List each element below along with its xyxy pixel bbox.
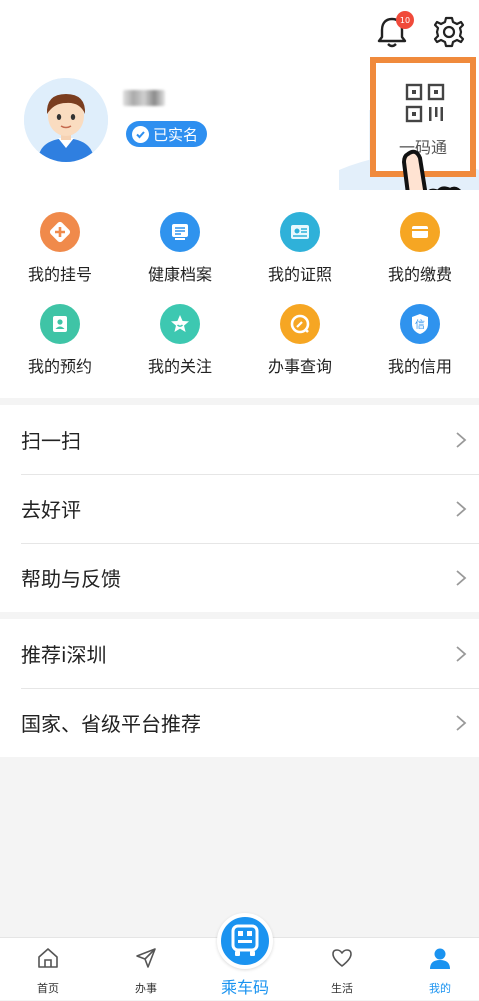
tab-label: 首页	[37, 982, 59, 995]
menu-row-label: 国家、省级平台推荐	[21, 712, 201, 736]
menu-row-platform-recommend[interactable]: 国家、省级平台推荐	[0, 688, 479, 757]
home-icon	[38, 948, 58, 968]
settings-gear-icon[interactable]	[432, 15, 466, 49]
tab-home[interactable]: 首页	[0, 938, 96, 1001]
grid-item-query[interactable]: 办事查询	[240, 304, 360, 377]
grid-label: 办事查询	[267, 357, 332, 376]
grid-label: 我的缴费	[387, 265, 452, 284]
tab-mine[interactable]: 我的	[392, 938, 479, 1001]
grid-item-health-records[interactable]: 健康档案	[120, 212, 240, 285]
grid-label: 我的证照	[267, 265, 332, 284]
username-masked	[123, 90, 165, 106]
verified-badge: 已实名	[126, 121, 208, 147]
tab-label: 我的	[429, 982, 451, 995]
grid-label: 我的关注	[147, 357, 212, 376]
grid-item-licenses[interactable]: 我的证照	[240, 212, 360, 285]
grid-label: 我的挂号	[27, 265, 92, 284]
chevron-right-icon	[456, 432, 467, 448]
notification-badge: 10	[396, 11, 414, 29]
credit-icon: 信	[400, 304, 440, 344]
send-icon	[136, 948, 156, 968]
avatar-face-icon	[24, 78, 108, 162]
bus-code-label: 乘车码	[220, 978, 269, 997]
plus-icon	[40, 212, 80, 252]
menu-row-label: 帮助与反馈	[21, 567, 121, 591]
chevron-right-icon	[456, 715, 467, 731]
check-icon	[132, 125, 149, 143]
search-icon	[280, 304, 320, 344]
qr-code-icon	[405, 83, 445, 123]
grid-label: 我的信用	[387, 357, 452, 376]
person-icon	[430, 948, 450, 969]
avatar[interactable]	[24, 78, 108, 162]
grid-label: 我的预约	[27, 357, 92, 376]
bus-code-button[interactable]	[217, 913, 273, 969]
tab-label: 生活	[331, 982, 353, 995]
tab-life[interactable]: 生活	[294, 938, 390, 1001]
tab-services[interactable]: 办事	[98, 938, 194, 1001]
id-card-icon	[280, 212, 320, 252]
menu-row-rate[interactable]: 去好评	[0, 474, 479, 543]
bus-icon	[231, 924, 259, 956]
menu-row-label: 扫一扫	[21, 429, 81, 453]
menu-row-scan[interactable]: 扫一扫	[0, 405, 479, 474]
document-icon	[160, 212, 200, 252]
star-icon	[160, 304, 200, 344]
chevron-right-icon	[456, 501, 467, 517]
appointment-icon	[40, 304, 80, 344]
heart-icon	[332, 949, 352, 967]
verified-label: 已实名	[153, 125, 199, 144]
grid-item-payments[interactable]: 我的缴费	[360, 212, 479, 285]
payment-icon	[400, 212, 440, 252]
grid-label: 健康档案	[147, 265, 212, 284]
chevron-right-icon	[456, 646, 467, 662]
menu-row-help-feedback[interactable]: 帮助与反馈	[0, 543, 479, 612]
grid-item-credit[interactable]: 信 我的信用	[360, 304, 479, 377]
menu-group-2: 推荐i深圳 国家、省级平台推荐	[0, 619, 479, 757]
menu-group-1: 扫一扫 去好评 帮助与反馈	[0, 405, 479, 612]
menu-row-label: 去好评	[21, 498, 81, 522]
grid-item-appointments[interactable]: 我的预约	[0, 304, 120, 377]
feature-grid: 我的挂号 健康档案 我的证照 我的缴费 我的预约 我的关注 办事查询 信 我的信…	[0, 190, 479, 398]
tab-label: 办事	[135, 982, 157, 995]
chevron-right-icon	[456, 570, 467, 586]
grid-item-registration[interactable]: 我的挂号	[0, 212, 120, 285]
menu-row-recommend-ishenzhen[interactable]: 推荐i深圳	[0, 619, 479, 688]
svg-text:信: 信	[415, 319, 425, 331]
menu-row-label: 推荐i深圳	[21, 643, 107, 667]
grid-item-follows[interactable]: 我的关注	[120, 304, 240, 377]
